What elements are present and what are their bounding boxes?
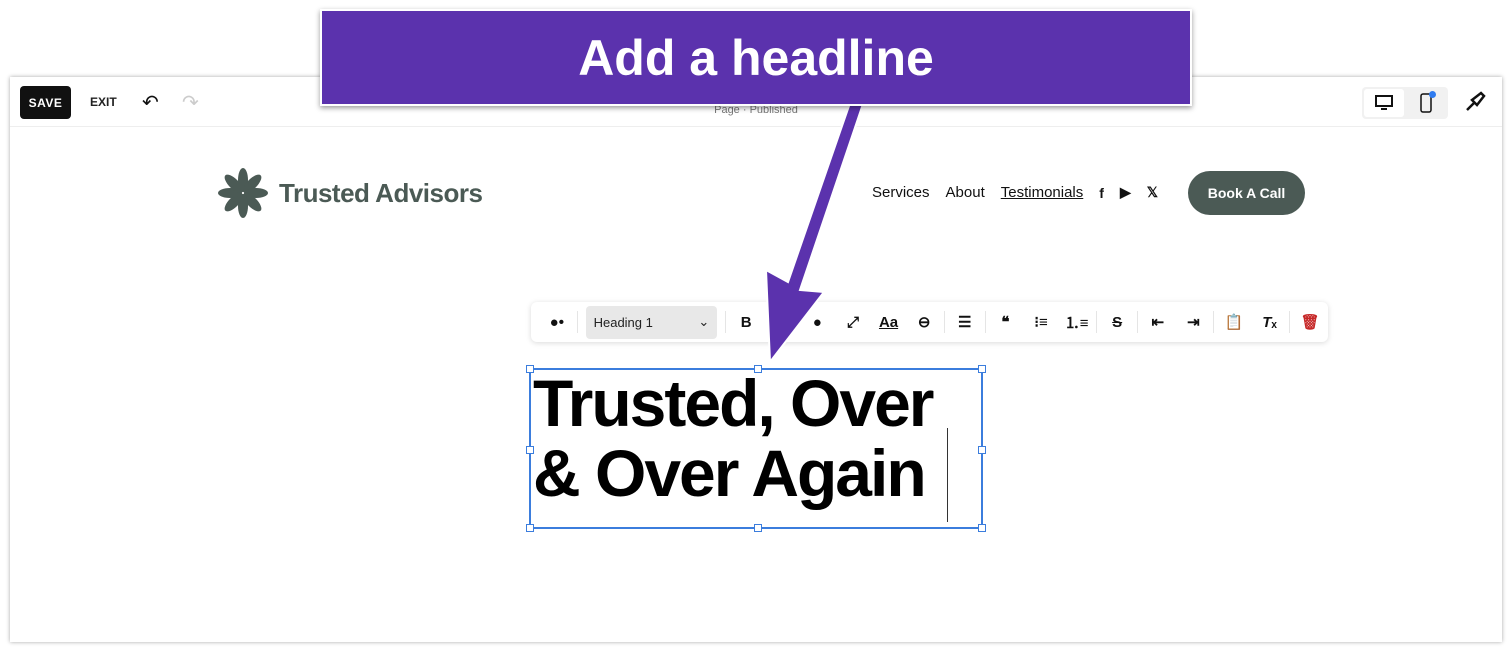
instruction-banner: Add a headline xyxy=(320,9,1192,106)
